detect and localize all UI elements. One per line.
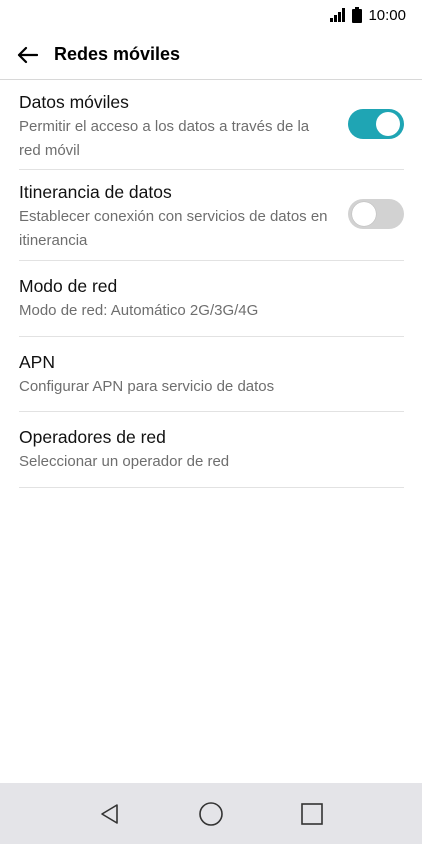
item-subtitle: Modo de red: Automático 2G/3G/4G bbox=[19, 302, 259, 319]
settings-list: Datos móviles Permitir el acceso a los d… bbox=[19, 80, 404, 488]
toggle-knob bbox=[352, 202, 376, 226]
status-bar: 10:00 bbox=[0, 0, 422, 30]
item-title: Itinerancia de datos bbox=[19, 182, 172, 202]
arrow-left-icon bbox=[17, 46, 38, 63]
list-item-datos-moviles[interactable]: Datos móviles Permitir el acceso a los d… bbox=[19, 80, 404, 170]
clock: 10:00 bbox=[368, 6, 406, 24]
page-title: Redes móviles bbox=[54, 44, 181, 64]
item-subtitle: Establecer conexión con servicios de dat… bbox=[19, 208, 328, 249]
item-subtitle: Permitir el acceso a los datos a través … bbox=[19, 118, 310, 159]
list-item-modo-de-red[interactable]: Modo de red Modo de red: Automático 2G/3… bbox=[19, 261, 404, 337]
signal-icon bbox=[330, 8, 346, 22]
list-item-operadores[interactable]: Operadores de red Seleccionar un operado… bbox=[19, 412, 404, 488]
mobile-data-toggle[interactable] bbox=[348, 109, 404, 139]
recents-nav-button[interactable] bbox=[292, 794, 332, 834]
battery-icon bbox=[352, 7, 363, 23]
list-item-apn[interactable]: APN Configurar APN para servicio de dato… bbox=[19, 337, 404, 412]
item-title: APN bbox=[19, 352, 55, 372]
item-title: Datos móviles bbox=[19, 92, 129, 112]
triangle-back-icon bbox=[101, 803, 119, 824]
item-subtitle: Configurar APN para servicio de datos bbox=[19, 378, 275, 395]
toggle-knob bbox=[376, 112, 400, 136]
item-subtitle: Seleccionar un operador de red bbox=[19, 453, 230, 470]
circle-home-icon bbox=[199, 801, 223, 826]
home-nav-button[interactable] bbox=[191, 794, 231, 834]
app-bar: Redes móviles bbox=[0, 30, 422, 80]
item-title: Operadores de red bbox=[19, 427, 166, 447]
item-title: Modo de red bbox=[19, 276, 118, 296]
navigation-bar bbox=[0, 783, 422, 844]
back-nav-button[interactable] bbox=[90, 794, 130, 834]
list-item-itinerancia[interactable]: Itinerancia de datos Establecer conexión… bbox=[19, 170, 404, 261]
square-recents-icon bbox=[300, 802, 323, 825]
back-button[interactable] bbox=[14, 42, 40, 68]
roaming-toggle[interactable] bbox=[348, 199, 404, 229]
